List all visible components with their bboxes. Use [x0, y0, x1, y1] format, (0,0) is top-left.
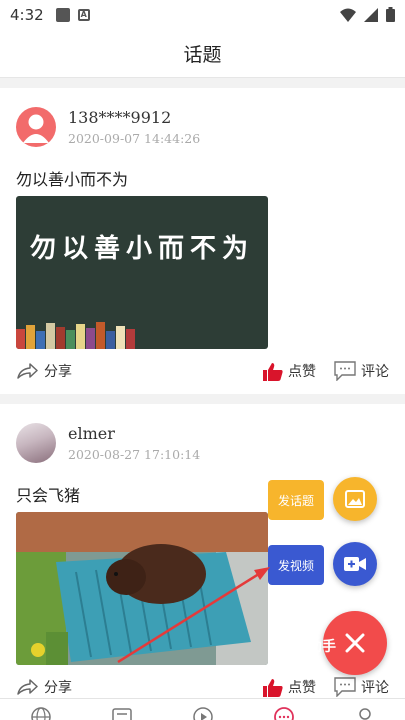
- post-video-fab[interactable]: [333, 542, 377, 586]
- close-icon: [345, 633, 365, 653]
- post-video-label: 发视频: [277, 558, 314, 573]
- post-image-fab[interactable]: [333, 477, 377, 521]
- post-timestamp: 2020-09-07 14:44:26: [68, 131, 201, 146]
- post-topic-label: 发话题: [277, 493, 314, 508]
- thumbs-up-icon: [263, 678, 283, 697]
- bottom-nav: [0, 698, 405, 720]
- play-icon[interactable]: [192, 706, 214, 720]
- post-image[interactable]: 勿以善小而不为: [16, 196, 268, 349]
- signal-icon: [364, 7, 378, 22]
- status-time: 4:32: [10, 6, 44, 24]
- globe-icon[interactable]: [30, 706, 52, 720]
- books-illustration: [16, 319, 156, 349]
- post-topic-button[interactable]: 发话题: [268, 480, 324, 520]
- comment-icon: [334, 361, 356, 381]
- like-label: 点赞: [288, 680, 316, 696]
- post-video-button[interactable]: 发视频: [268, 545, 324, 585]
- share-icon: [17, 363, 38, 379]
- wifi-icon: [340, 8, 356, 22]
- username[interactable]: elmer: [68, 424, 200, 443]
- page-header: 话题: [0, 30, 405, 78]
- image-caption: 勿以善小而不为: [30, 234, 255, 264]
- share-button[interactable]: 分享: [16, 677, 72, 697]
- comment-button[interactable]: 评论: [334, 361, 389, 381]
- post-timestamp: 2020-08-27 17:10:14: [68, 447, 201, 462]
- image-icon: [345, 490, 365, 508]
- post-card[interactable]: 138****9912 2020-09-07 14:44:26 勿以善小而不为 …: [0, 88, 405, 394]
- status-bar: 4:32 A: [0, 0, 405, 30]
- topic-icon[interactable]: [273, 706, 295, 720]
- username[interactable]: 138****9912: [68, 108, 200, 127]
- share-label: 分享: [44, 364, 72, 380]
- comment-icon: [334, 677, 356, 697]
- notification-icon: [55, 8, 70, 22]
- comment-button[interactable]: 评论: [334, 677, 389, 697]
- thumbs-up-icon: [263, 362, 283, 381]
- news-icon[interactable]: [111, 706, 133, 720]
- guinea-pig-photo: [16, 512, 268, 665]
- battery-icon: [386, 7, 395, 22]
- app-notification-icon: A: [77, 9, 90, 21]
- share-icon: [17, 679, 38, 695]
- avatar[interactable]: [16, 107, 56, 147]
- like-label: 点赞: [288, 364, 316, 380]
- like-button[interactable]: 点赞: [263, 361, 316, 381]
- helper-label: 助手: [308, 639, 336, 655]
- post-image[interactable]: [16, 512, 268, 665]
- comment-label: 评论: [361, 364, 389, 380]
- video-add-icon: [344, 557, 366, 571]
- page-title: 话题: [183, 44, 222, 66]
- post-text: 勿以善小而不为: [16, 170, 129, 189]
- like-button[interactable]: 点赞: [263, 677, 316, 697]
- profile-icon[interactable]: [354, 706, 376, 720]
- share-button[interactable]: 分享: [16, 361, 72, 381]
- avatar[interactable]: [16, 423, 56, 463]
- share-label: 分享: [44, 680, 72, 696]
- comment-label: 评论: [361, 680, 389, 696]
